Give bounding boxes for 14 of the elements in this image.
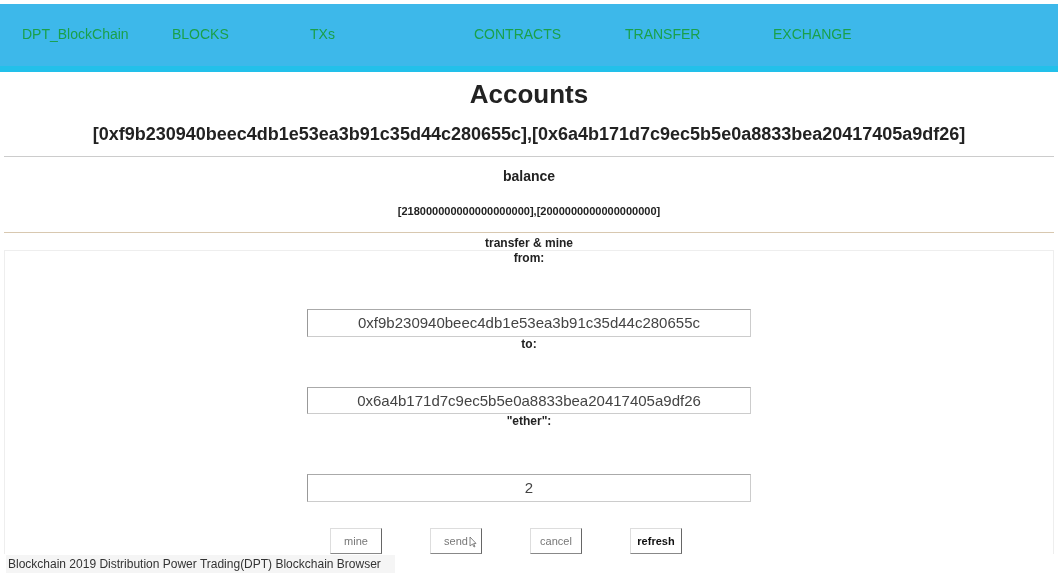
- accounts-list: [0xf9b230940beec4db1e53ea3b91c35d44c280655c],[0x6a4b171d7c9ec5b5e0a8833bea20417405a9df26]: [0, 121, 1058, 146]
- action-button[interactable]: refresh: [630, 528, 682, 554]
- footer-text: Blockchain 2019 Distribution Power Trading(DPT) Blockchain Browser: [6, 555, 395, 573]
- balance-values: [218000000000000000000],[2000000000000000000]: [396, 203, 662, 219]
- field-label: "ether":: [506, 414, 552, 429]
- input-field[interactable]: 0x6a4b171d7c9ec5b5e0a8833bea20417405a9df26: [307, 386, 751, 415]
- page-title: Accounts: [468, 77, 590, 110]
- field-label: from:: [513, 251, 545, 265]
- input-field[interactable]: 2: [307, 474, 751, 502]
- field-label: to:: [521, 336, 537, 351]
- cursor-icon: [469, 535, 477, 548]
- balance-heading: balance: [501, 166, 557, 186]
- input-field[interactable]: 0xf9b230940beec4db1e53ea3b91c35d44c280655c: [307, 309, 751, 337]
- form-heading: transfer & mine: [484, 236, 574, 250]
